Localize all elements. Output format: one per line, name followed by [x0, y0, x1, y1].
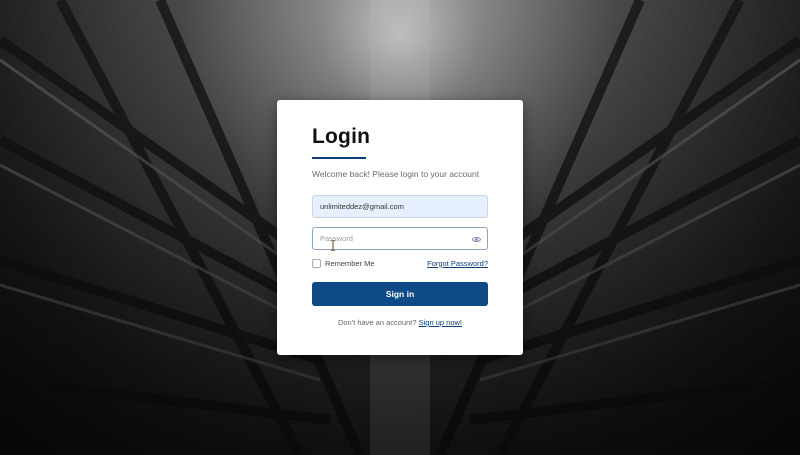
title-underline [312, 157, 366, 159]
signup-link[interactable]: Sign up now! [419, 318, 462, 327]
options-row: Remember Me Forgot Password? [312, 257, 488, 269]
eye-icon[interactable] [472, 235, 481, 244]
password-field[interactable]: Password [312, 227, 488, 250]
remember-label: Remember Me [325, 258, 375, 268]
signin-button[interactable]: Sign in [312, 282, 488, 306]
email-field[interactable]: unlimiteddez@gmail.com [312, 195, 488, 218]
remember-checkbox[interactable] [312, 258, 321, 268]
page-title: Login [312, 125, 371, 148]
signup-prompt: Don't have an account? [337, 318, 417, 327]
email-value: unlimiteddez@gmail.com [320, 202, 404, 211]
login-card: Login Welcome back! Please login to your… [277, 100, 523, 355]
subtitle-text: Welcome back! Please login to your accou… [312, 169, 480, 179]
text-cursor-icon [331, 240, 335, 251]
forgot-password-link[interactable]: Forgot Password? [427, 259, 488, 268]
signup-row: Don't have an account? Sign up now! [312, 318, 488, 327]
remember-me[interactable]: Remember Me [312, 258, 375, 268]
